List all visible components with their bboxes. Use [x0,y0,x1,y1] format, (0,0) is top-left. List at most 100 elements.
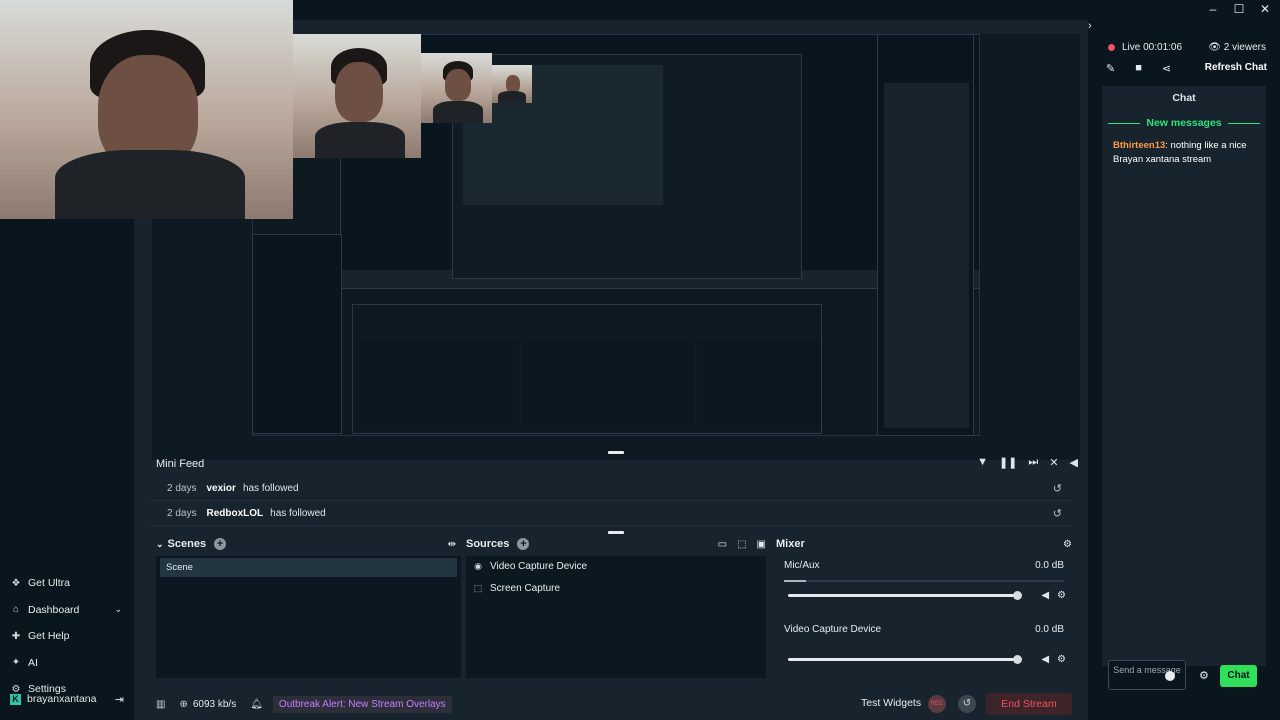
share-icon[interactable]: ⋖ [1162,62,1171,75]
new-messages-label: New messages [1146,117,1222,129]
sidebar-item-get-ultra[interactable]: ❖ Get Ultra [0,570,134,597]
chat-title: Chat [1172,92,1196,104]
source-label: Video Capture Device [490,560,588,572]
eye-icon: 👁︎ [1208,42,1221,53]
volume-icon[interactable]: ◀ [1070,456,1078,469]
mute-notifications-icon[interactable]: ✕ [1049,456,1058,469]
maximize-button[interactable]: ☐ [1232,2,1246,16]
window-controls: – ☐ ✕ [1206,2,1272,16]
mini-feed-tools: ▼ ❚❚ ⏭ ✕ ◀ [977,456,1078,469]
pause-icon[interactable]: ❚❚ [999,456,1017,469]
mixer-title: Mixer [776,538,805,550]
volume-icon[interactable]: ◀ [1041,654,1049,665]
folder-icon[interactable]: ▣ [757,539,766,550]
announcement-banner[interactable]: Outbreak Alert: New Stream Overlays [272,695,452,713]
feed-action: has followed [270,507,326,519]
filter-icon[interactable]: ▼ [977,456,988,469]
chat-message-user[interactable]: Bthirteen13 [1113,140,1165,151]
status-footer: ▥ ⊕ 6093 kb/s 🔔︎ Outbreak Alert: New Str… [134,688,1088,720]
gear-icon[interactable]: ⚙ [1057,654,1066,665]
source-label: Screen Capture [490,582,561,594]
chat-toolbar: ✎ ■ ⋖ [1106,62,1171,75]
sidebar-menu: ❖ Get Ultra ⌂ Dashboard ⌄ ✚ Get Help ✦ A… [0,570,134,703]
viewer-count-label: 2 viewers [1223,42,1266,53]
gear-icon[interactable]: ⚙ [1063,539,1072,550]
feed-user: vexior [206,482,236,494]
feed-row: 2 days vexior has followed ↺ [148,476,1072,501]
mini-feed-title: Mini Feed [156,458,205,470]
scene-item[interactable]: Scene [160,558,457,577]
sidebar-item-label: AI [28,656,38,669]
feed-time: 2 days [167,507,197,519]
end-stream-button[interactable]: End Stream [986,693,1072,715]
minimize-button[interactable]: – [1206,2,1220,16]
emoji-icon[interactable] [1165,671,1175,681]
nested-sidebar [252,234,342,434]
add-scene-button[interactable]: + [214,538,227,550]
feed-time: 2 days [167,482,197,494]
mixer-channel-name: Mic/Aux [784,560,820,571]
edit-icon[interactable]: ✎ [1106,62,1115,75]
refresh-chat-button[interactable]: Refresh Chat [1205,62,1267,73]
sidebar-item-dashboard[interactable]: ⌂ Dashboard ⌄ [0,597,134,624]
volume-icon[interactable]: ◀ [1041,590,1049,601]
scenes-header: ⌄ Scenes + ⇹ [156,534,456,554]
replay-alert-icon[interactable]: ↺ [1053,507,1062,520]
sources-title: Sources [466,538,510,550]
sidebar-user[interactable]: K brayanxantana ⇥ [0,688,134,710]
mixer-controls: ◀ ⚙ [1041,590,1066,601]
scene-transition-icon[interactable]: ⇹ [448,539,456,550]
feed-action: has followed [242,482,299,494]
gear-icon[interactable]: ⚙ [1057,590,1066,601]
sources-list: ◉ Video Capture Device ⬚ Screen Capture [466,556,766,678]
send-chat-button[interactable]: Chat [1220,665,1257,687]
webcam-overlay [0,0,293,219]
webcam-overlay [293,34,421,158]
new-messages-divider: New messages [1108,117,1261,129]
streamlabs-logo-icon: K [10,693,21,705]
replay-alert-icon[interactable]: ↺ [1053,482,1062,495]
mini-feed-header: Mini Feed ▼ ❚❚ ⏭ ✕ ◀ [152,452,1080,476]
scenes-list: Scene [156,556,461,678]
mixer-channel-db: 0.0 dB [1035,560,1064,571]
webcam-overlay [492,65,532,103]
nested-panels [352,304,822,434]
source-selection-icon[interactable]: ▭ [718,539,727,550]
mixer-controls: ◀ ⚙ [1041,654,1066,665]
mixer-panel: Mic/Aux 0.0 dB ◀ ⚙ Video Capture Device … [776,556,1072,678]
volume-slider[interactable] [788,655,1022,664]
chevron-down-icon[interactable]: ⌄ [156,539,164,550]
source-item[interactable]: ⬚ Screen Capture [472,578,560,598]
logout-icon[interactable]: ⇥ [115,693,124,706]
test-widgets-button[interactable]: Test Widgets [861,697,921,709]
gear-icon[interactable]: ⚙ [1199,669,1209,682]
volume-slider[interactable] [788,591,1022,600]
camera-icon[interactable]: ■ [1135,62,1142,75]
source-item[interactable]: ◉ Video Capture Device [472,556,587,576]
live-indicator: Live 00:01:06 [1108,42,1182,53]
scenes-title: Scenes [167,538,207,550]
sidebar-item-get-help[interactable]: ✚ Get Help [0,623,134,650]
dashboard-icon: ⌂ [12,604,20,616]
mixer-channel-name: Video Capture Device [784,624,882,635]
chevron-right-icon[interactable]: › [1088,20,1092,32]
record-button[interactable]: REC [928,695,946,713]
replay-buffer-icon[interactable]: ↺ [958,695,976,713]
bitrate-display: ⊕ 6093 kb/s [179,699,236,710]
sidebar-item-label: Get Ultra [28,577,71,590]
help-icon: ✚ [11,630,21,642]
sidebar-item-ai[interactable]: ✦ AI [0,650,134,677]
bitrate-value: 6093 kb/s [192,698,237,710]
chat-panel: Live 00:01:06 👁︎ 2 viewers ✎ ■ ⋖ Refresh… [1088,20,1280,720]
chat-box: Chat New messages Bthirteen13: nothing l… [1102,86,1266,666]
close-button[interactable]: ✕ [1258,2,1272,16]
live-dot-icon [1108,44,1115,51]
add-source-button[interactable]: + [517,538,530,550]
mixer-header: Mixer ⚙ [776,534,1076,554]
skip-icon[interactable]: ⏭ [1028,456,1038,469]
group-icon[interactable]: ⬚ [737,539,746,550]
chevron-down-icon[interactable]: ⌄ [114,604,122,615]
bell-icon[interactable]: 🔔︎ [250,699,263,710]
sources-header: Sources + ▭ ⬚ ▣ [466,534,766,554]
performance-icon[interactable]: ▥ [156,699,165,710]
